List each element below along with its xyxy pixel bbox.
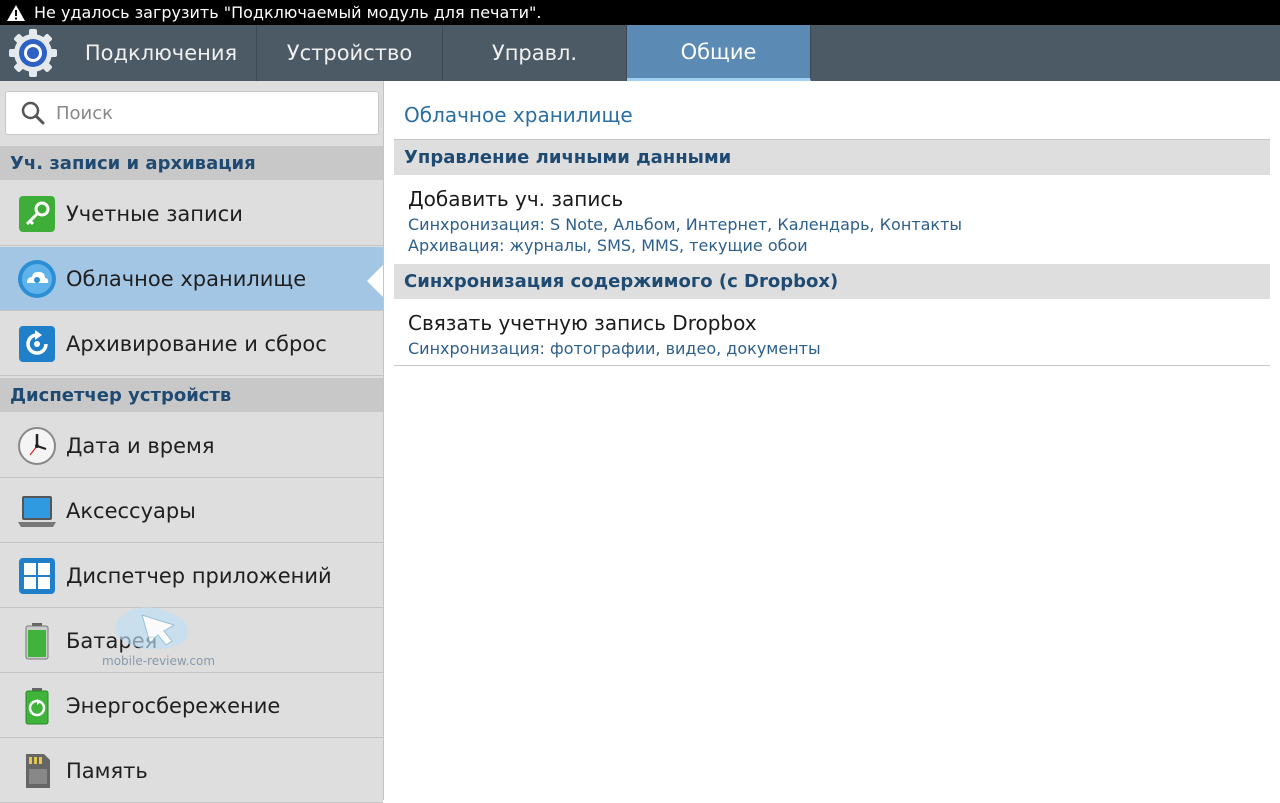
tab-general[interactable]: Общие	[627, 25, 811, 81]
sidebar: Уч. записи и архивация Учетные записи Об…	[0, 81, 384, 803]
app-grid-icon	[17, 556, 57, 596]
sidebar-item-label: Облачное хранилище	[66, 266, 307, 291]
section-header-accounts: Уч. записи и архивация	[0, 146, 383, 180]
search-input[interactable]	[54, 101, 358, 125]
selection-pointer	[367, 265, 383, 297]
key-icon	[17, 194, 57, 234]
battery-icon	[17, 621, 57, 661]
sidebar-item-app-manager[interactable]: Диспетчер приложений	[0, 544, 383, 608]
sidebar-item-label: Учетные записи	[66, 201, 243, 226]
tab-device[interactable]: Устройство	[257, 25, 443, 81]
section-header-personal-data: Управление личными данными	[394, 140, 1270, 175]
sidebar-item-label: Энергосбережение	[66, 693, 281, 718]
watermark-text: mobile-review.com	[102, 654, 216, 668]
sidebar-item-label: Дата и время	[66, 433, 215, 458]
tab-connections[interactable]: Подключения	[66, 25, 257, 81]
sidebar-item-accounts[interactable]: Учетные записи	[0, 182, 383, 246]
tab-controls[interactable]: Управл.	[443, 25, 627, 81]
sidebar-item-storage[interactable]: Память	[0, 739, 383, 803]
sidebar-item-label: Диспетчер приложений	[66, 563, 332, 588]
sidebar-item-label: Память	[66, 758, 148, 783]
sidebar-item-accessories[interactable]: Аксессуары	[0, 479, 383, 543]
power-saving-icon	[17, 686, 57, 726]
status-message: Не удалось загрузить "Подключаемый модул…	[34, 3, 542, 22]
sidebar-item-date-time[interactable]: Дата и время	[0, 414, 383, 478]
divider	[394, 365, 1270, 366]
link-dropbox-title: Связать учетную запись Dropbox	[408, 311, 757, 335]
warning-icon	[6, 3, 28, 23]
tab-bar: Подключения Устройство Управл. Общие	[0, 25, 1280, 81]
add-account-title: Добавить уч. запись	[408, 187, 624, 211]
content-panel: Облачное хранилище Управление личными да…	[394, 81, 1270, 800]
sidebar-item-cloud[interactable]: Облачное хранилище	[0, 247, 383, 311]
add-account-sync-text: Синхронизация: S Note, Альбом, Интернет,…	[408, 215, 963, 234]
settings-gear-icon	[0, 25, 66, 81]
search-box[interactable]	[5, 91, 379, 135]
backup-reset-icon	[17, 324, 57, 364]
link-dropbox-row[interactable]: Связать учетную запись Dropbox Синхрониз…	[394, 299, 1270, 365]
sd-card-icon	[17, 751, 57, 791]
status-bar: Не удалось загрузить "Подключаемый модул…	[0, 0, 1280, 25]
add-account-row[interactable]: Добавить уч. запись Синхронизация: S Not…	[394, 175, 1270, 262]
sidebar-item-power-saving[interactable]: Энергосбережение	[0, 674, 383, 738]
add-account-backup-text: Архивация: журналы, SMS, MMS, текущие об…	[408, 236, 808, 255]
sidebar-item-label: Архивирование и сброс	[66, 331, 327, 356]
clock-icon	[17, 426, 57, 466]
section-header-dropbox-sync: Синхронизация содержимого (с Dropbox)	[394, 264, 1270, 299]
link-dropbox-sync-text: Синхронизация: фотографии, видео, докуме…	[408, 339, 821, 358]
cloud-icon	[17, 259, 57, 299]
section-header-device-manager: Диспетчер устройств	[0, 378, 383, 412]
page-title: Облачное хранилище	[404, 103, 633, 127]
watermark: mobile-review.com	[98, 603, 218, 673]
sidebar-item-label: Аксессуары	[66, 498, 196, 523]
search-icon	[20, 100, 46, 126]
laptop-icon	[17, 491, 57, 531]
sidebar-item-backup-reset[interactable]: Архивирование и сброс	[0, 312, 383, 376]
